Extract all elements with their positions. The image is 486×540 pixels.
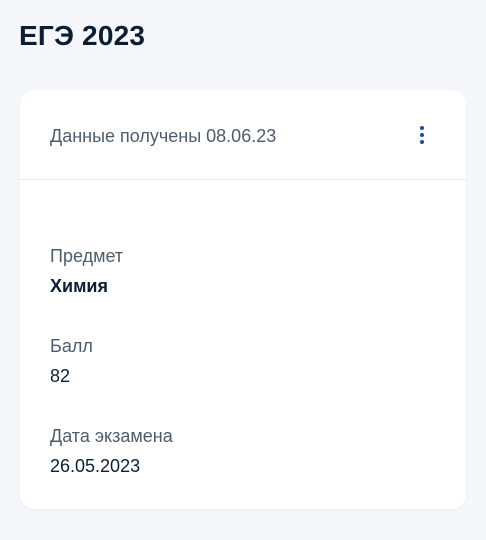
more-vertical-icon <box>420 126 424 130</box>
more-options-button[interactable] <box>408 120 436 150</box>
card-divider <box>20 179 466 180</box>
more-vertical-icon-dot <box>420 140 424 144</box>
page-title: ЕГЭ 2023 <box>19 20 146 51</box>
subject-label: Предмет <box>50 246 124 266</box>
exam-result-card: Данные получены 08.06.23 Предмет Химия Б… <box>20 90 466 509</box>
exam-date-label: Дата экзамена <box>50 426 173 446</box>
subject-field: Предмет Химия <box>50 245 123 297</box>
score-value: 82 <box>50 366 71 386</box>
score-field: Балл 82 <box>50 335 93 387</box>
exam-date-value: 26.05.2023 <box>50 456 141 476</box>
exam-date-field: Дата экзамена 26.05.2023 <box>50 425 173 477</box>
more-vertical-icon-dot <box>420 133 424 137</box>
subject-value: Химия <box>50 276 108 296</box>
data-received-text: Данные получены 08.06.23 <box>50 126 277 146</box>
score-label: Балл <box>50 336 93 356</box>
card-header: Данные получены 08.06.23 <box>20 90 466 179</box>
